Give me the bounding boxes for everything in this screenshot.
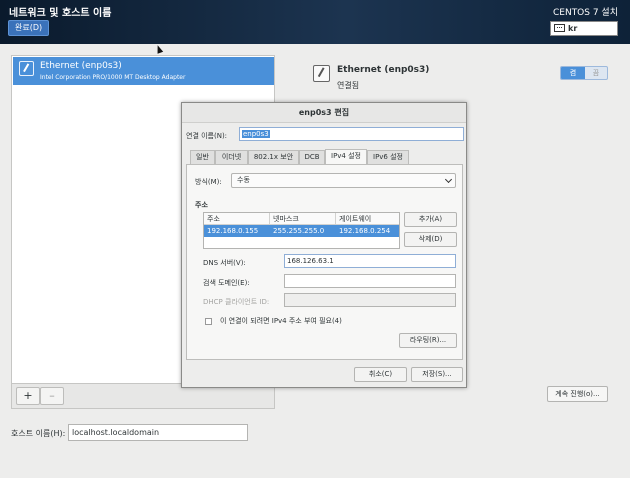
connection-name-input[interactable]: enp0s3: [239, 127, 464, 141]
gateway-cell[interactable]: 192.168.0.254: [336, 225, 399, 237]
addresses-heading: 주소: [195, 201, 208, 209]
keyboard-layout-label: kr: [568, 24, 578, 33]
remove-device-button[interactable]: –: [40, 387, 64, 405]
configure-button[interactable]: 계속 진행(o)...: [547, 386, 608, 402]
hostname-label: 호스트 이름(H):: [11, 429, 66, 438]
keyboard-icon: [554, 24, 565, 32]
add-device-button[interactable]: +: [16, 387, 40, 405]
ipv4-settings-panel: 방식(M): 수동 주소 주소 넷마스크 게이트웨이 192.168.0.155…: [186, 164, 463, 360]
tab-ipv6-settings[interactable]: IPv6 설정: [367, 150, 409, 164]
device-description: Intel Corporation PRO/1000 MT Desktop Ad…: [40, 74, 186, 81]
connection-name-label: 연결 이름(N):: [186, 132, 228, 140]
routes-button[interactable]: 라우팅(R)...: [399, 333, 457, 348]
netmask-cell[interactable]: 255.255.255.0: [270, 225, 336, 237]
ethernet-icon: [19, 61, 34, 76]
hostname-input[interactable]: localhost.localdomain: [68, 424, 248, 441]
method-value: 수동: [237, 176, 250, 184]
tab-dcb[interactable]: DCB: [299, 150, 325, 164]
ethernet-icon: [313, 65, 330, 82]
dhcp-client-id-label: DHCP 클라이언트 ID:: [203, 298, 270, 306]
page-title: 네트워크 및 호스트 이름: [9, 8, 112, 19]
chevron-down-icon: [444, 175, 453, 184]
delete-address-button[interactable]: 삭제(D): [404, 232, 457, 247]
dns-servers-label: DNS 서버(V):: [203, 259, 246, 267]
column-header-address[interactable]: 주소: [204, 213, 270, 225]
address-cell[interactable]: 192.168.0.155: [204, 225, 270, 237]
dns-servers-input[interactable]: 168.126.63.1: [284, 254, 456, 268]
save-button[interactable]: 저장(S)...: [411, 367, 463, 382]
toggle-off-label: 끔: [592, 69, 600, 77]
dialog-title: enp0s3 편집: [182, 103, 466, 123]
address-table[interactable]: 주소 넷마스크 게이트웨이 192.168.0.155 255.255.255.…: [203, 212, 400, 249]
tab-general[interactable]: 일반: [190, 150, 215, 164]
device-summary-title: Ethernet (enp0s3): [337, 65, 430, 75]
device-list-item[interactable]: Ethernet (enp0s3) Intel Corporation PRO/…: [13, 57, 274, 85]
search-domains-input[interactable]: [284, 274, 456, 288]
method-select[interactable]: 수동: [231, 173, 456, 188]
method-label: 방식(M):: [195, 178, 222, 186]
search-domains-label: 검색 도메인(E):: [203, 279, 250, 287]
dhcp-client-id-input[interactable]: [284, 293, 456, 307]
tab-ethernet[interactable]: 이더넷: [215, 150, 248, 164]
header-bar: 네트워크 및 호스트 이름 완료(D) CENTOS 7 설치 kr: [0, 0, 630, 44]
tab-8021x-security[interactable]: 802.1x 보안: [248, 150, 299, 164]
product-title: CENTOS 7 설치: [552, 8, 618, 18]
table-row[interactable]: 192.168.0.155 255.255.255.0 192.168.0.25…: [204, 225, 399, 237]
cancel-button[interactable]: 취소(C): [354, 367, 407, 382]
tab-ipv4-settings[interactable]: IPv4 설정: [325, 149, 367, 164]
device-toggle-switch[interactable]: 켬 끔: [560, 66, 608, 80]
keyboard-layout-indicator[interactable]: kr: [550, 21, 618, 36]
edit-connection-dialog: enp0s3 편집 연결 이름(N): enp0s3 일반 이더넷 802.1x…: [181, 102, 467, 388]
require-ipv4-label: 이 연결이 되려면 IPv4 주소 부여 필요(4): [220, 317, 342, 325]
device-status: 연결됨: [337, 81, 360, 90]
add-address-button[interactable]: 추가(A): [404, 212, 457, 227]
toggle-on-label: 켬: [561, 67, 585, 79]
column-header-netmask[interactable]: 넷마스크: [270, 213, 336, 225]
done-button[interactable]: 완료(D): [8, 20, 50, 36]
device-name: Ethernet (enp0s3): [40, 61, 122, 71]
column-header-gateway[interactable]: 게이트웨이: [336, 213, 399, 225]
mouse-pointer-icon: [154, 44, 164, 54]
connection-name-value: enp0s3: [242, 130, 270, 138]
require-ipv4-checkbox[interactable]: [205, 318, 212, 325]
